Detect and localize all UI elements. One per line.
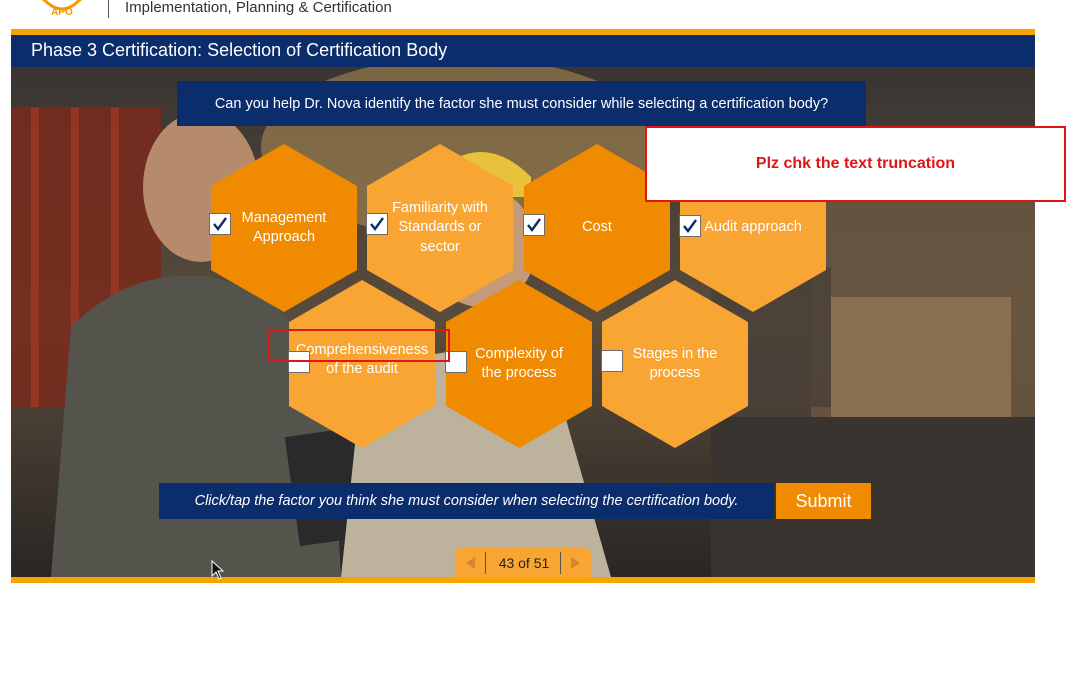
submit-button[interactable]: Submit (776, 483, 871, 519)
review-note-box: Plz chk the text truncation (645, 126, 1066, 202)
logo-lettering: APO (51, 7, 73, 18)
option-label: Complexity of the process (475, 345, 563, 382)
option-label: Familiarity with Standards or sector (392, 199, 488, 255)
checkbox-audit-approach[interactable] (679, 215, 701, 237)
instruction-text: Click/tap the factor you think she must … (194, 493, 739, 509)
checkbox-familiarity-standards[interactable] (366, 213, 388, 235)
pager-divider (485, 552, 486, 574)
slide-title-bar: Phase 3 Certification: Selection of Cert… (11, 35, 1035, 67)
checkbox-cost[interactable] (523, 214, 545, 236)
checkmark-icon (370, 217, 384, 231)
checkbox-management-approach[interactable] (209, 213, 231, 235)
previous-arrow-icon[interactable] (463, 555, 479, 571)
checkmark-icon (213, 217, 227, 231)
app-header: APO Implementation, Planning & Certifica… (0, 0, 1066, 28)
slide-title: Phase 3 Certification: Selection of Cert… (31, 40, 448, 60)
pager-divider (560, 552, 561, 574)
next-arrow-icon[interactable] (567, 555, 583, 571)
option-label: Stages in the process (632, 345, 718, 382)
checkmark-icon (683, 219, 697, 233)
slide-pager: 43 of 51 (455, 548, 591, 578)
apo-logo: APO (41, 0, 83, 18)
header-divider (108, 0, 109, 18)
checkmark-icon (527, 218, 541, 232)
checkbox-stages[interactable] (601, 350, 623, 372)
review-note-text: Plz chk the text truncation (755, 155, 956, 172)
page-counter: 43 of 51 (498, 555, 550, 571)
option-label: Cost (582, 219, 612, 236)
course-subtitle: Implementation, Planning & Certification (125, 0, 392, 16)
mouse-cursor-icon (211, 560, 225, 580)
option-label: Audit approach (704, 219, 802, 236)
truncation-highlight (267, 329, 450, 362)
question-banner: Can you help Dr. Nova identify the facto… (177, 81, 866, 126)
instruction-bar: Click/tap the factor you think she must … (159, 483, 774, 519)
option-label: Management Approach (241, 209, 327, 246)
question-text: Can you help Dr. Nova identify the facto… (214, 95, 829, 112)
